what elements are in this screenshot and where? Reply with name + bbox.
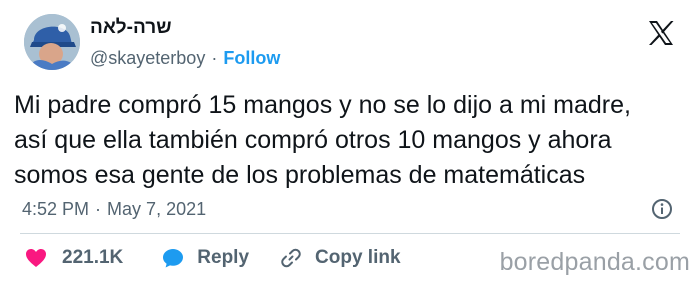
action-bar: 221.1K Reply Copy link [24, 246, 401, 270]
info-icon[interactable] [651, 198, 673, 220]
link-icon [281, 248, 301, 268]
like-button[interactable]: 221.1K [24, 246, 123, 270]
tweet-line: somos esa gente de los problemas de mate… [14, 161, 586, 189]
timestamp-separator: · [95, 199, 102, 219]
author-handle-row: @skayeterboy · Follow [90, 48, 280, 69]
tweet-time: 4:52 PM [22, 199, 90, 219]
author-handle[interactable]: @skayeterboy [90, 48, 205, 69]
tweet-date: May 7, 2021 [107, 199, 207, 219]
tweet-line: así que ella también compró otros 10 man… [14, 126, 612, 154]
reply-bubble-icon [163, 249, 184, 268]
follow-button[interactable]: Follow [223, 48, 280, 69]
reply-label: Reply [197, 247, 250, 268]
copy-link-button[interactable]: Copy link [279, 246, 401, 270]
reply-button[interactable]: Reply [161, 246, 249, 270]
likes-count: 221.1K [62, 247, 124, 268]
tweet-text: Mi padre compró 15 mangos y no se lo dij… [14, 88, 696, 193]
avatar[interactable] [24, 14, 80, 70]
tweet-timestamp[interactable]: 4:52 PM · May 7, 2021 [22, 199, 206, 220]
x-logo-icon[interactable] [646, 18, 676, 48]
avatar-image [24, 14, 80, 70]
author-display-name[interactable]: שרה-לאה [90, 17, 172, 39]
divider [20, 233, 680, 234]
tweet-line: Mi padre compró 15 mangos y no se lo dij… [14, 91, 631, 119]
handle-separator: · [211, 48, 218, 68]
watermark: boredpanda.com [499, 248, 690, 276]
heart-icon [26, 249, 46, 267]
copy-link-label: Copy link [315, 247, 401, 268]
